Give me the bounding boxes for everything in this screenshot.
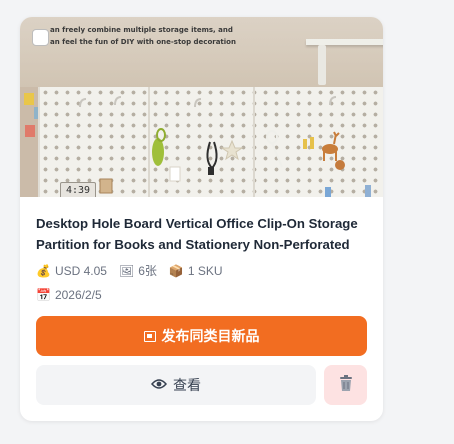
product-image[interactable]: an freely combine multiple storage items…: [20, 17, 383, 197]
price-value: USD 4.05: [54, 263, 107, 278]
publish-same-category-button[interactable]: 发布同类目新品: [36, 316, 367, 356]
eye-icon: [151, 377, 167, 393]
trash-icon: [339, 374, 353, 396]
sku-value: 1 SKU: [187, 263, 223, 278]
view-label: 查看: [173, 377, 201, 393]
view-button[interactable]: 查看: [36, 365, 316, 405]
image-count-info: 🖼 6张: [119, 262, 157, 279]
calendar-icon: 📅: [36, 288, 51, 302]
date-info: 📅 2026/2/5: [36, 288, 102, 302]
pegboard-accessories: [79, 96, 371, 197]
date-value: 2026/2/5: [54, 288, 102, 302]
window-icon: [143, 330, 156, 342]
delete-button[interactable]: [324, 365, 367, 405]
desk-clock: 4:39: [60, 182, 96, 197]
package-icon: 📦: [168, 263, 184, 278]
money-bag-icon: 💰: [36, 263, 51, 278]
picture-icon: 🖼: [118, 263, 135, 278]
product-meta: 💰 USD 4.05 🖼 6张 📦 1 SKU: [36, 262, 235, 279]
sku-info: 📦 1 SKU: [169, 264, 223, 278]
select-checkbox[interactable]: [32, 29, 49, 46]
product-title: Desktop Hole Board Vertical Office Clip-…: [36, 216, 358, 252]
publish-label: 发布同类目新品: [161, 328, 260, 344]
price-info: 💰 USD 4.05: [36, 264, 107, 278]
product-card: an freely combine multiple storage items…: [20, 17, 383, 421]
image-count-value: 6张: [138, 264, 157, 278]
